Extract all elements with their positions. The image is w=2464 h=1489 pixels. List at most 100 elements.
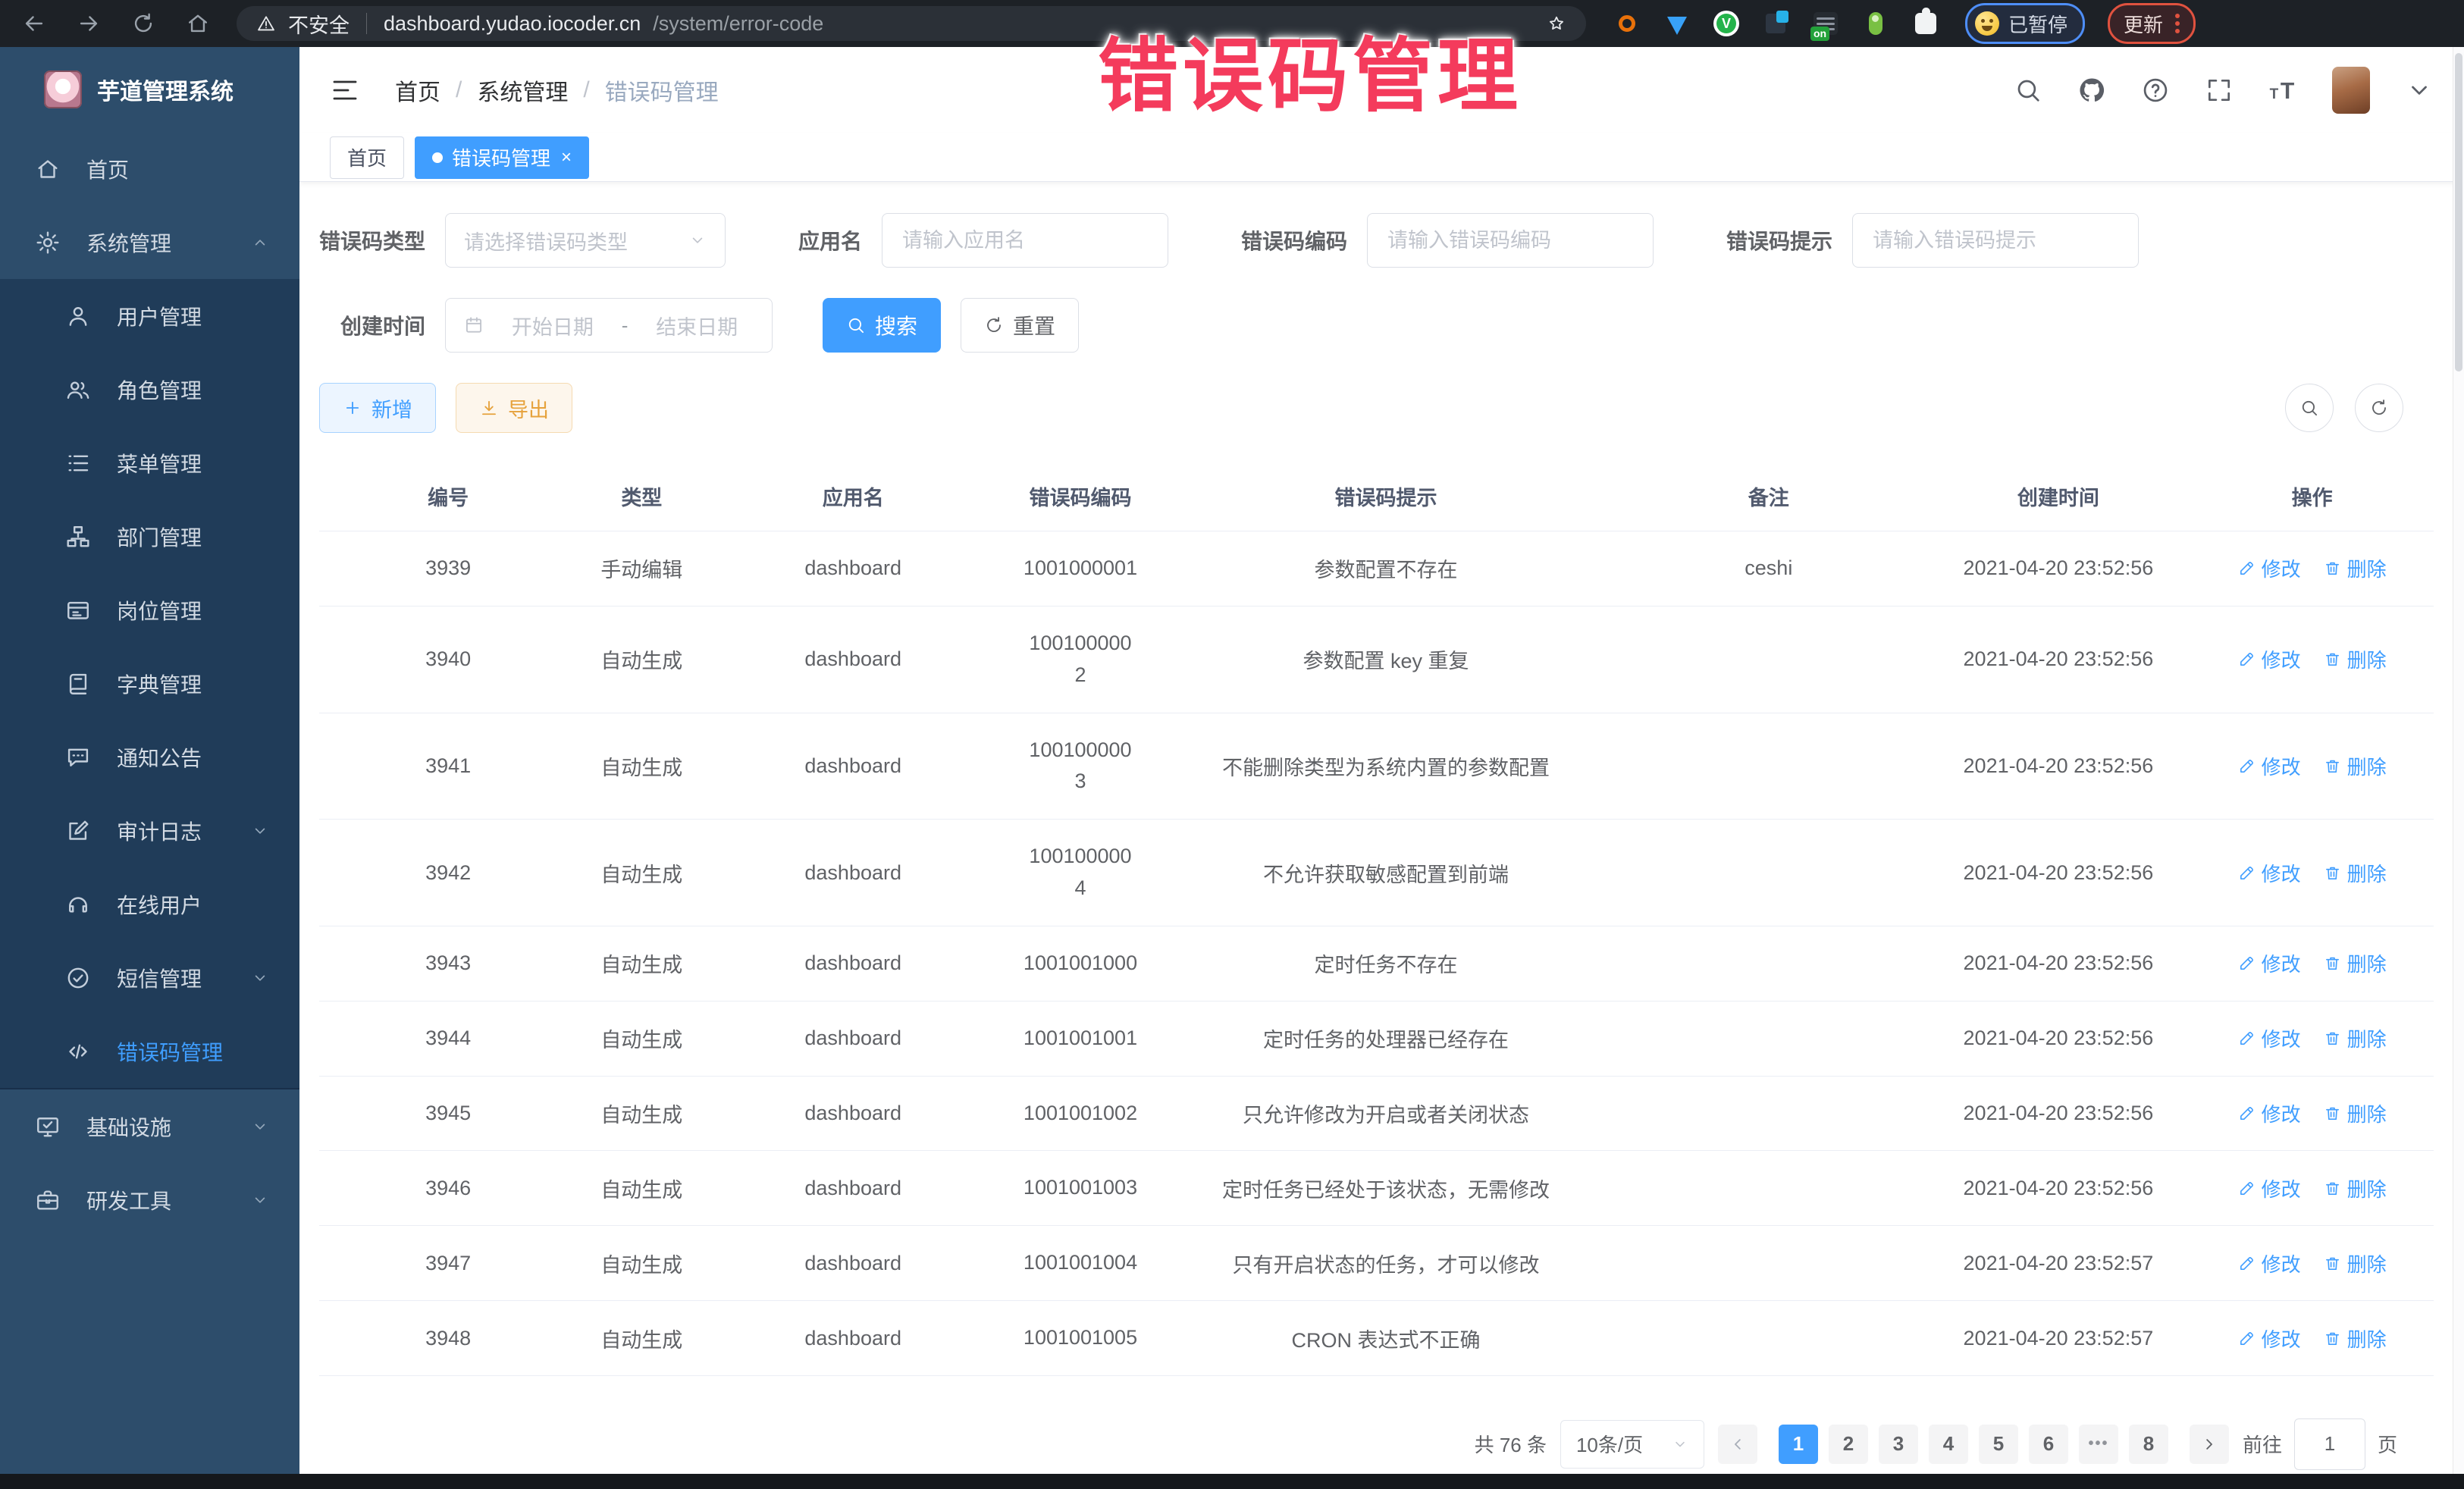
browser-reload-icon[interactable] bbox=[130, 11, 156, 36]
edit-link[interactable]: 修改 bbox=[2238, 1174, 2301, 1202]
error-code-input[interactable] bbox=[1386, 228, 1635, 253]
edit-link[interactable]: 修改 bbox=[2238, 949, 2301, 977]
edit-link[interactable]: 修改 bbox=[2238, 1099, 2301, 1127]
svg-text:T: T bbox=[2270, 86, 2279, 102]
edit-link[interactable]: 修改 bbox=[2238, 645, 2301, 673]
chevron-up-icon bbox=[251, 234, 269, 252]
sidebar-item-tree[interactable]: 部门管理 bbox=[0, 500, 299, 573]
toggle-search-button[interactable] bbox=[2285, 384, 2334, 432]
collapse-sidebar-icon[interactable] bbox=[330, 75, 360, 105]
delete-link[interactable]: 删除 bbox=[2324, 1099, 2387, 1127]
edit-link[interactable]: 修改 bbox=[2238, 1324, 2301, 1353]
date-range-picker[interactable]: 开始日期 - 结束日期 bbox=[445, 298, 773, 353]
sidebar-item-gear[interactable]: 系统管理 bbox=[0, 205, 299, 279]
bookmark-star-icon[interactable] bbox=[1547, 14, 1566, 33]
user-avatar[interactable] bbox=[2332, 67, 2370, 114]
delete-link[interactable]: 删除 bbox=[2324, 1024, 2387, 1052]
sidebar-item-brief[interactable]: 研发工具 bbox=[0, 1163, 299, 1237]
export-button[interactable]: 导出 bbox=[456, 383, 572, 433]
cell-id: 3943 bbox=[319, 926, 577, 1001]
add-button[interactable]: 新增 bbox=[319, 383, 436, 433]
delete-link[interactable]: 删除 bbox=[2324, 1324, 2387, 1353]
next-page-button[interactable] bbox=[2190, 1425, 2229, 1464]
browser-forward-icon[interactable] bbox=[76, 11, 102, 36]
sidebar-item-headset[interactable]: 在线用户 bbox=[0, 867, 299, 941]
error-type-select[interactable]: 请选择错误码类型 bbox=[445, 213, 726, 268]
extension-orange-ring-icon[interactable] bbox=[1613, 10, 1641, 37]
cell-code: 1001001005 bbox=[1000, 1301, 1161, 1376]
sidebar-item-book[interactable]: 字典管理 bbox=[0, 647, 299, 720]
page-button-6[interactable]: 6 bbox=[2029, 1425, 2068, 1464]
edit-link[interactable]: 修改 bbox=[2238, 1024, 2301, 1052]
goto-page-input[interactable] bbox=[2294, 1418, 2365, 1470]
extension-blue-gem-icon[interactable] bbox=[1663, 10, 1691, 37]
page-size-select[interactable]: 10条/页 bbox=[1560, 1420, 1704, 1469]
tag-error-code[interactable]: 错误码管理 × bbox=[415, 136, 589, 179]
delete-link[interactable]: 删除 bbox=[2324, 949, 2387, 977]
close-tag-icon[interactable]: × bbox=[561, 147, 572, 168]
page-button-5[interactable]: 5 bbox=[1979, 1425, 2018, 1464]
tag-home[interactable]: 首页 bbox=[330, 136, 404, 179]
delete-link[interactable]: 删除 bbox=[2324, 1174, 2387, 1202]
header-search-icon[interactable] bbox=[2014, 76, 2042, 105]
sidebar-item-users[interactable]: 角色管理 bbox=[0, 353, 299, 426]
sidebar-item-chat[interactable]: 通知公告 bbox=[0, 720, 299, 794]
address-bar[interactable]: 不安全 dashboard.yudao.iocoder.cn/system/er… bbox=[237, 6, 1586, 41]
edit-link[interactable]: 修改 bbox=[2238, 1249, 2301, 1277]
sidebar-item-edit[interactable]: 审计日志 bbox=[0, 794, 299, 867]
help-icon[interactable] bbox=[2141, 76, 2170, 105]
page-button-4[interactable]: 4 bbox=[1929, 1425, 1968, 1464]
cell-ops: 修改删除 bbox=[2190, 820, 2434, 926]
edit-link[interactable]: 修改 bbox=[2238, 859, 2301, 887]
edit-link[interactable]: 修改 bbox=[2238, 752, 2301, 780]
delete-link[interactable]: 删除 bbox=[2324, 752, 2387, 780]
sidebar-item-home[interactable]: 首页 bbox=[0, 132, 299, 205]
column-header: 应用名 bbox=[706, 462, 1000, 531]
breadcrumb-home[interactable]: 首页 bbox=[395, 74, 440, 107]
refresh-table-button[interactable] bbox=[2355, 384, 2403, 432]
more-pages-button[interactable]: ••• bbox=[2079, 1425, 2118, 1464]
browser-home-icon[interactable] bbox=[185, 11, 211, 36]
delete-link[interactable]: 删除 bbox=[2324, 554, 2387, 582]
fullscreen-icon[interactable] bbox=[2205, 76, 2234, 105]
sidebar-item-monitor[interactable]: 基础设施 bbox=[0, 1089, 299, 1163]
extension-blue-cube-icon[interactable] bbox=[1762, 10, 1789, 37]
edit-link[interactable]: 修改 bbox=[2238, 554, 2301, 582]
browser-update-button[interactable]: 更新 bbox=[2108, 3, 2196, 44]
scrollbar-thumb[interactable] bbox=[2455, 53, 2462, 371]
page-scrollbar[interactable] bbox=[2453, 47, 2464, 1474]
goto-suffix: 页 bbox=[2378, 1430, 2397, 1458]
page-button-1[interactable]: 1 bbox=[1779, 1425, 1818, 1464]
browser-menu-icon[interactable] bbox=[2175, 14, 2180, 33]
breadcrumb-system[interactable]: 系统管理 bbox=[477, 74, 568, 107]
extension-list-on-icon[interactable]: on bbox=[1812, 10, 1839, 37]
sidebar-item-code[interactable]: 错误码管理 bbox=[0, 1014, 299, 1088]
sidebar-logo-row[interactable]: 芋道管理系统 bbox=[0, 47, 299, 132]
prev-page-button[interactable] bbox=[1718, 1425, 1757, 1464]
extension-puzzle-icon[interactable] bbox=[1912, 10, 1939, 37]
reset-button[interactable]: 重置 bbox=[961, 298, 1079, 353]
sidebar-item-list[interactable]: 菜单管理 bbox=[0, 426, 299, 500]
sidebar-item-checkc[interactable]: 短信管理 bbox=[0, 941, 299, 1014]
delete-link[interactable]: 删除 bbox=[2324, 859, 2387, 887]
avatar-dropdown-icon[interactable] bbox=[2405, 76, 2434, 105]
delete-link[interactable]: 删除 bbox=[2324, 645, 2387, 673]
sidebar-item-user[interactable]: 用户管理 bbox=[0, 279, 299, 353]
search-button[interactable]: 搜索 bbox=[823, 298, 941, 353]
page-button-3[interactable]: 3 bbox=[1879, 1425, 1918, 1464]
delete-link[interactable]: 删除 bbox=[2324, 1249, 2387, 1277]
extension-green-check-icon[interactable]: V bbox=[1713, 11, 1739, 36]
browser-back-icon[interactable] bbox=[21, 11, 47, 36]
page-button-2[interactable]: 2 bbox=[1829, 1425, 1868, 1464]
github-icon[interactable] bbox=[2077, 76, 2106, 105]
app-name-input[interactable] bbox=[901, 228, 1149, 253]
table-row: 3946自动生成dashboard1001001003定时任务已经处于该状态，无… bbox=[319, 1151, 2434, 1226]
paused-badge[interactable]: 已暂停 bbox=[1965, 3, 2085, 44]
extension-green-key-icon[interactable] bbox=[1862, 10, 1889, 37]
font-size-icon[interactable]: TT bbox=[2268, 76, 2297, 105]
trash-icon bbox=[2324, 1180, 2341, 1197]
page-button-8[interactable]: 8 bbox=[2129, 1425, 2168, 1464]
sidebar-item-badge[interactable]: 岗位管理 bbox=[0, 573, 299, 647]
refresh-icon bbox=[984, 315, 1004, 335]
error-hint-input[interactable] bbox=[1871, 228, 2120, 253]
